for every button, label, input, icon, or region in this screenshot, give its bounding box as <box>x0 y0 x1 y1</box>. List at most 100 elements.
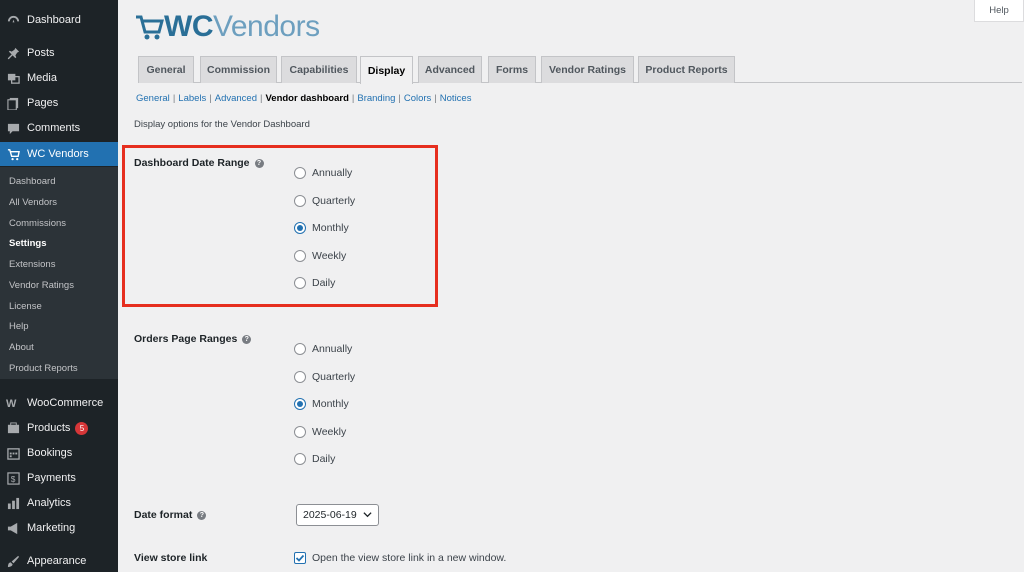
pin-icon <box>6 46 20 60</box>
tab-commission[interactable]: Commission <box>200 56 277 83</box>
submenu-help[interactable]: Help <box>9 319 29 335</box>
help-tooltip-icon[interactable]: ? <box>242 334 252 344</box>
checkmark-icon <box>295 554 305 562</box>
menu-label: Media <box>27 72 57 84</box>
menu-label: Posts <box>27 47 55 59</box>
date-format-select[interactable]: 2025-06-19 <box>296 504 379 526</box>
admin-sidebar: Dashboard Posts Media Pages Comments WC … <box>0 0 118 572</box>
radio-button[interactable] <box>294 250 306 262</box>
main-content: Help WCVendors General Commission Capabi… <box>118 0 1024 572</box>
radio-button[interactable] <box>294 453 306 465</box>
products-count-badge: 5 <box>75 421 89 435</box>
view-store-link-label: View store link <box>134 552 208 564</box>
dashboard-range-daily[interactable]: Daily <box>294 277 335 289</box>
submenu-all-vendors[interactable]: All Vendors <box>9 195 57 211</box>
menu-posts[interactable]: Posts <box>0 41 118 65</box>
submenu-about[interactable]: About <box>9 340 34 356</box>
radio-button-selected[interactable] <box>294 398 306 410</box>
subnav-general[interactable]: General <box>136 93 170 104</box>
view-store-new-window-option[interactable]: Open the view store link in a new window… <box>294 552 506 564</box>
dollar-icon: $ <box>6 471 20 485</box>
dashboard-range-weekly[interactable]: Weekly <box>294 250 346 262</box>
highlight-box <box>122 145 438 307</box>
subnav-notices[interactable]: Notices <box>440 93 472 104</box>
dashboard-range-quarterly[interactable]: Quarterly <box>294 195 355 207</box>
submenu-settings[interactable]: Settings <box>9 236 46 252</box>
megaphone-icon <box>6 521 20 535</box>
tab-vendor-ratings[interactable]: Vendor Ratings <box>541 56 634 83</box>
logo-cart-icon <box>136 15 164 40</box>
help-tooltip-icon[interactable]: ? <box>254 158 264 168</box>
menu-pages[interactable]: Pages <box>0 91 118 115</box>
menu-analytics[interactable]: Analytics <box>0 491 118 515</box>
menu-dashboard[interactable]: Dashboard <box>0 8 118 32</box>
dashboard-range-monthly[interactable]: Monthly <box>294 222 349 234</box>
radio-button[interactable] <box>294 277 306 289</box>
submenu-extensions[interactable]: Extensions <box>9 257 55 273</box>
pages-icon <box>6 96 20 110</box>
menu-label: WC Vendors <box>27 148 89 160</box>
menu-label: Appearance <box>27 555 87 567</box>
orders-range-monthly[interactable]: Monthly <box>294 398 349 410</box>
menu-woocommerce[interactable]: W WooCommerce <box>0 391 118 415</box>
radio-button[interactable] <box>294 343 306 355</box>
submenu-product-reports[interactable]: Product Reports <box>9 361 78 377</box>
subnav-vendor-dashboard[interactable]: Vendor dashboard <box>265 93 348 104</box>
settings-tabs: General Commission Capabilities Display … <box>138 56 1022 84</box>
submenu-vendor-ratings[interactable]: Vendor Ratings <box>9 278 74 294</box>
radio-button[interactable] <box>294 371 306 383</box>
view-store-checkbox[interactable] <box>294 552 306 564</box>
menu-appearance[interactable]: Appearance <box>0 549 118 572</box>
tab-display[interactable]: Display <box>360 56 413 84</box>
radio-button-selected[interactable] <box>294 222 306 234</box>
section-description: Display options for the Vendor Dashboard <box>134 119 310 130</box>
subnav-branding[interactable]: Branding <box>357 93 395 104</box>
dashboard-icon <box>6 13 20 27</box>
orders-range-daily[interactable]: Daily <box>294 453 335 465</box>
menu-label: Pages <box>27 97 59 109</box>
orders-range-quarterly[interactable]: Quarterly <box>294 371 355 383</box>
subnav-advanced[interactable]: Advanced <box>215 93 257 104</box>
menu-comments[interactable]: Comments <box>0 116 118 140</box>
menu-label: WooCommerce <box>27 397 104 409</box>
radio-button[interactable] <box>294 426 306 438</box>
menu-label: Dashboard <box>27 14 81 26</box>
display-subnav: General | Labels | Advanced | Vendor dashbo… <box>136 93 472 104</box>
help-button[interactable]: Help <box>974 0 1024 22</box>
menu-label: Bookings <box>27 447 73 459</box>
orders-range-annually[interactable]: Annually <box>294 343 352 355</box>
radio-button[interactable] <box>294 167 306 179</box>
tab-product-reports[interactable]: Product Reports <box>638 56 735 83</box>
help-tooltip-icon[interactable]: ? <box>197 510 207 520</box>
menu-label: Products <box>27 422 71 434</box>
tab-general[interactable]: General <box>138 56 194 83</box>
logo-text: WCVendors <box>164 10 320 43</box>
calendar-icon <box>6 446 20 460</box>
paintbrush-icon <box>6 554 20 568</box>
submenu-license[interactable]: License <box>9 299 42 315</box>
cart-icon <box>6 147 20 161</box>
dashboard-date-range-label: Dashboard Date Range? <box>134 157 264 169</box>
submenu-dashboard[interactable]: Dashboard <box>9 174 55 190</box>
comment-icon <box>6 121 20 135</box>
menu-marketing[interactable]: Marketing <box>0 516 118 540</box>
orders-range-weekly[interactable]: Weekly <box>294 426 346 438</box>
dashboard-range-annually[interactable]: Annually <box>294 167 352 179</box>
menu-media[interactable]: Media <box>0 66 118 90</box>
menu-wc-vendors[interactable]: WC Vendors <box>0 142 118 166</box>
menu-products[interactable]: Products 5 <box>0 416 118 440</box>
tab-forms[interactable]: Forms <box>488 56 536 83</box>
subnav-colors[interactable]: Colors <box>404 93 431 104</box>
radio-button[interactable] <box>294 195 306 207</box>
menu-payments[interactable]: $ Payments <box>0 466 118 490</box>
menu-label: Payments <box>27 472 76 484</box>
subnav-labels[interactable]: Labels <box>178 93 206 104</box>
submenu-commissions[interactable]: Commissions <box>9 216 66 232</box>
menu-bookings[interactable]: Bookings <box>0 441 118 465</box>
chevron-down-icon <box>363 512 372 518</box>
menu-label: Analytics <box>27 497 72 509</box>
tab-advanced[interactable]: Advanced <box>418 56 482 83</box>
media-icon <box>6 71 20 85</box>
tab-capabilities[interactable]: Capabilities <box>281 56 357 83</box>
svg-text:W: W <box>6 398 17 409</box>
